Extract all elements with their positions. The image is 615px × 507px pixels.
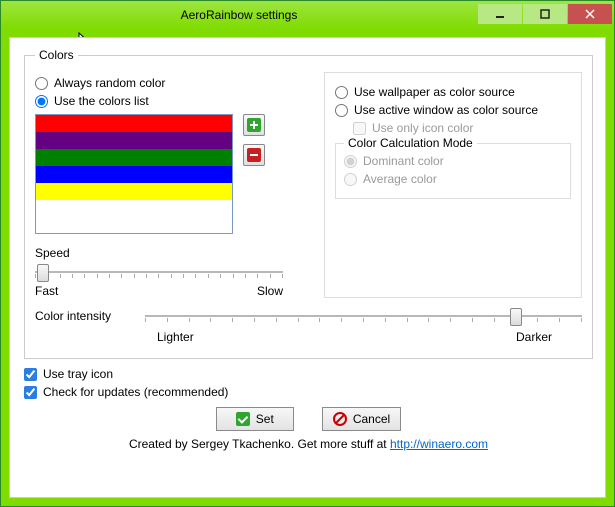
close-button[interactable] (568, 4, 612, 24)
speed-block: Speed Fast Slow (35, 246, 312, 298)
radio-average-color: Average color (344, 172, 562, 186)
radio-dominant-color-input (344, 155, 357, 168)
check-updates-input[interactable] (24, 386, 37, 399)
window-buttons (477, 4, 612, 26)
check-use-tray-icon-label: Use tray icon (43, 367, 113, 381)
color-list-item[interactable] (36, 183, 232, 200)
radio-active-window-source-input[interactable] (335, 104, 348, 117)
speed-slider-thumb[interactable] (37, 264, 49, 282)
cancel-button-label: Cancel (353, 412, 390, 426)
cancel-button[interactable]: Cancel (322, 407, 401, 431)
radio-active-window-source-label: Use active window as color source (354, 103, 538, 117)
client-area: Colors Always random color Use the color… (9, 37, 606, 498)
calc-mode-groupbox: Color Calculation Mode Dominant color Av… (335, 143, 571, 199)
check-updates-label: Check for updates (recommended) (43, 385, 228, 399)
radio-average-color-label: Average color (363, 172, 437, 186)
color-list-item[interactable] (36, 115, 232, 132)
maximize-button[interactable] (523, 4, 567, 24)
remove-color-button[interactable] (243, 144, 265, 166)
radio-wallpaper-source[interactable]: Use wallpaper as color source (335, 85, 571, 99)
minimize-button[interactable] (478, 4, 522, 24)
check-use-tray-icon-input[interactable] (24, 368, 37, 381)
plus-icon (247, 118, 261, 132)
left-column: Always random color Use the colors list (35, 72, 312, 298)
speed-slider[interactable] (35, 262, 283, 282)
radio-use-colors-list[interactable]: Use the colors list (35, 94, 312, 108)
speed-min-label: Fast (35, 284, 58, 298)
check-updates[interactable]: Check for updates (recommended) (24, 385, 593, 399)
radio-average-color-input (344, 173, 357, 186)
footer-text: Created by Sergey Tkachenko. Get more st… (129, 437, 390, 451)
radio-use-colors-list-input[interactable] (35, 95, 48, 108)
titlebar: AeroRainbow settings (1, 1, 614, 29)
radio-always-random-input[interactable] (35, 77, 48, 90)
cancel-icon (333, 412, 347, 426)
intensity-max-label: Darker (516, 330, 552, 344)
intensity-row: Color intensity (35, 304, 582, 328)
check-icon-only-label: Use only icon color (372, 121, 473, 135)
footer: Created by Sergey Tkachenko. Get more st… (24, 437, 593, 451)
color-list-item[interactable] (36, 132, 232, 149)
colors-groupbox: Colors Always random color Use the color… (24, 48, 593, 359)
speed-label: Speed (35, 246, 312, 260)
check-use-tray-icon[interactable]: Use tray icon (24, 367, 593, 381)
set-button-label: Set (256, 412, 274, 426)
check-icon-only: Use only icon color (353, 121, 571, 135)
radio-wallpaper-source-label: Use wallpaper as color source (354, 85, 515, 99)
color-list-item[interactable] (36, 166, 232, 183)
window-title: AeroRainbow settings (1, 8, 477, 22)
intensity-slider[interactable] (145, 306, 582, 326)
colors-legend: Colors (35, 48, 78, 62)
intensity-min-label: Lighter (157, 330, 194, 344)
color-list-item[interactable] (36, 149, 232, 166)
add-color-button[interactable] (243, 114, 265, 136)
radio-active-window-source[interactable]: Use active window as color source (335, 103, 571, 117)
color-listbox[interactable] (35, 114, 233, 234)
check-icon (236, 412, 250, 426)
calc-mode-legend: Color Calculation Mode (344, 136, 477, 150)
radio-always-random[interactable]: Always random color (35, 76, 312, 90)
right-column: Use wallpaper as color source Use active… (324, 72, 582, 298)
minus-icon (247, 148, 261, 162)
set-button[interactable]: Set (216, 407, 294, 431)
radio-wallpaper-source-input[interactable] (335, 86, 348, 99)
speed-max-label: Slow (257, 284, 283, 298)
check-icon-only-input (353, 122, 366, 135)
intensity-label: Color intensity (35, 309, 135, 323)
radio-dominant-color-label: Dominant color (363, 154, 444, 168)
window: AeroRainbow settings Colors Always rando… (0, 0, 615, 507)
radio-dominant-color: Dominant color (344, 154, 562, 168)
radio-use-colors-list-label: Use the colors list (54, 94, 149, 108)
footer-link[interactable]: http://winaero.com (390, 437, 488, 451)
intensity-slider-thumb[interactable] (510, 308, 522, 326)
radio-always-random-label: Always random color (54, 76, 165, 90)
